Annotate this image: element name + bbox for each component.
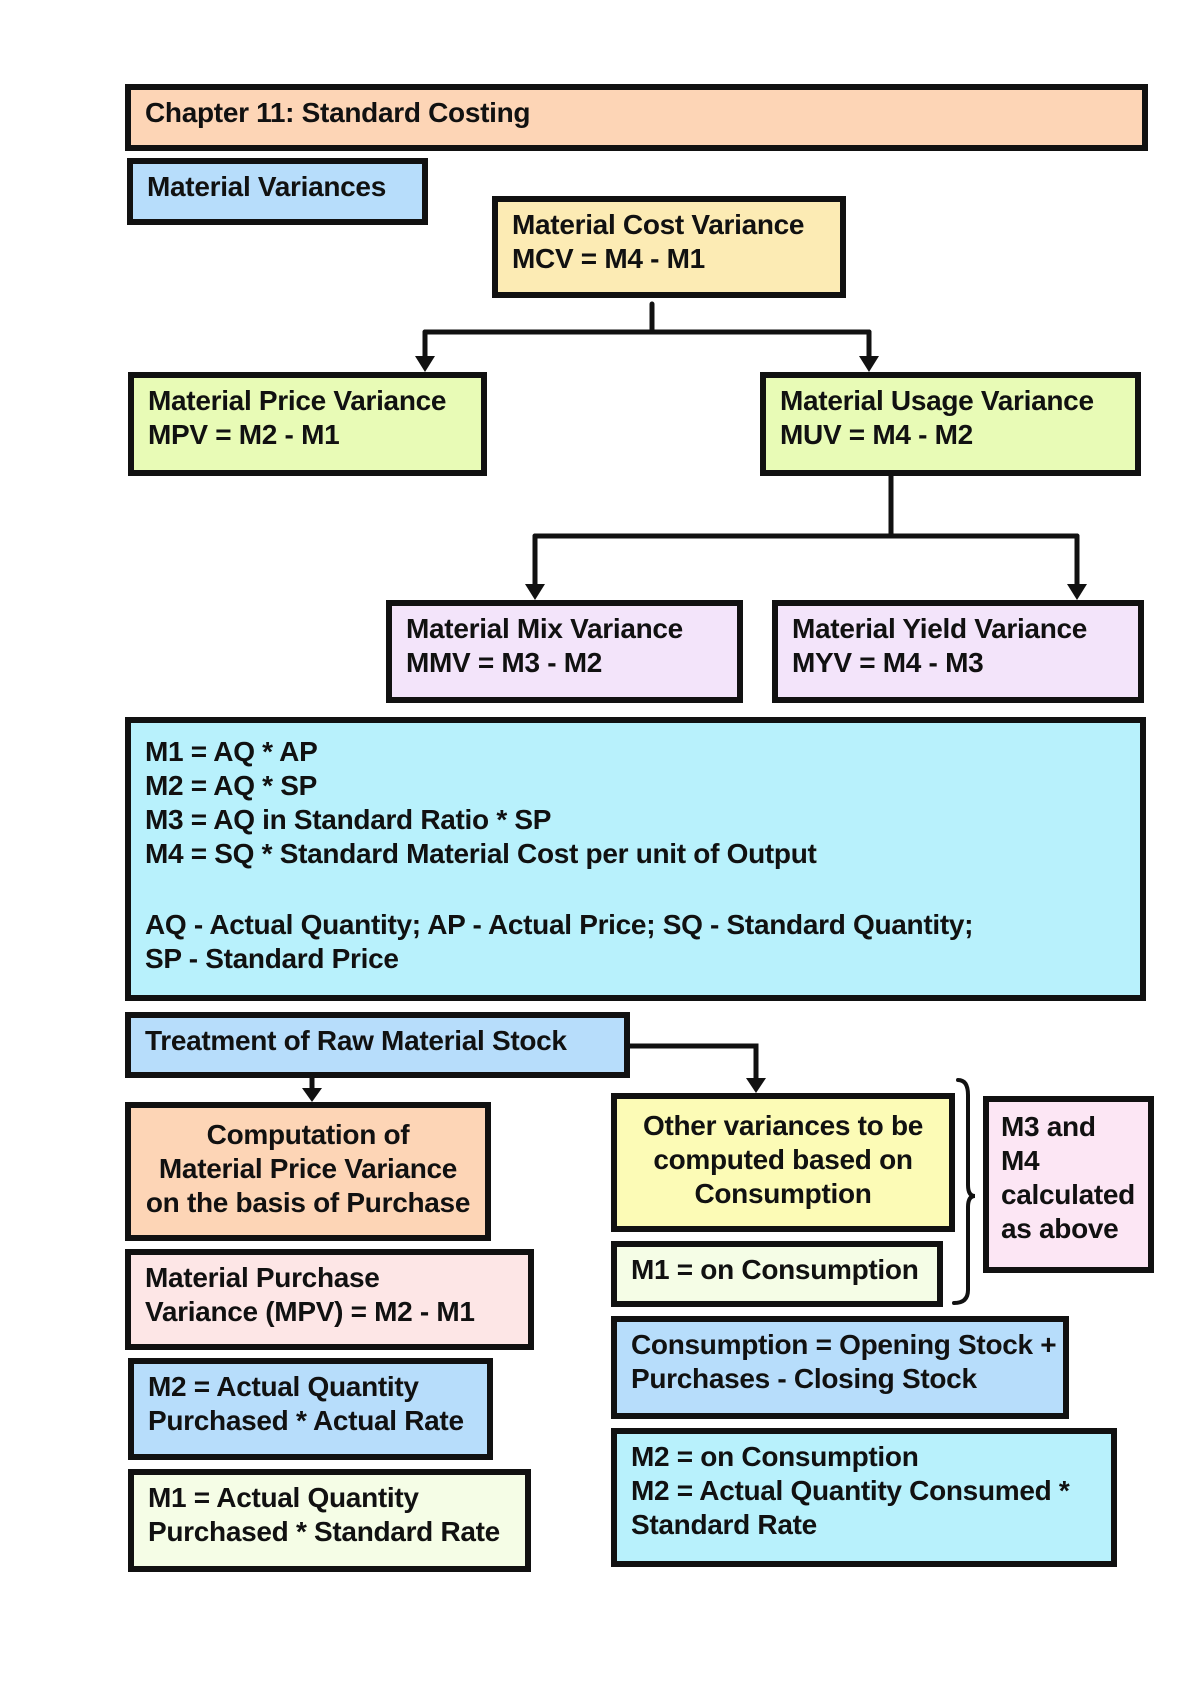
definition-m2: M2 = AQ * SP xyxy=(145,770,317,802)
note-line-1: M3 and xyxy=(1001,1111,1096,1142)
arrowhead-muv xyxy=(859,356,879,372)
mmv-name: Material Mix Variance xyxy=(406,613,683,644)
consumption-heading-line-1: Other variances to be xyxy=(642,1110,924,1141)
mcv-box: Material Cost Variance MCV = M4 - M1 xyxy=(492,196,846,298)
mmv-box: Material Mix Variance MMV = M3 - M2 xyxy=(386,600,743,703)
purchase-heading-line-2: Material Price Variance xyxy=(158,1153,458,1185)
myv-name: Material Yield Variance xyxy=(792,613,1088,644)
section-raw-material-stock: Treatment of Raw Material Stock xyxy=(125,1012,630,1078)
definition-m3: M3 = AQ in Standard Ratio * SP xyxy=(145,804,552,836)
arrowhead-mmv xyxy=(525,584,545,600)
material-purchase-variance-box: Material Purchase Variance (MPV) = M2 - … xyxy=(125,1249,534,1350)
purchase-basis-heading: Computation of Material Price Variance o… xyxy=(125,1102,491,1241)
mpv-name: Material Price Variance xyxy=(148,385,447,416)
brace-icon xyxy=(952,1078,976,1305)
abbreviation-legend-2: SP - Standard Price xyxy=(145,942,399,974)
arrowhead-purchase xyxy=(302,1088,322,1102)
consumption-m2-line-2: M2 = Actual Quantity Consumed * xyxy=(631,1475,1070,1507)
purchase-heading-line-3: on the basis of Purchase xyxy=(145,1187,471,1219)
myv-box: Material Yield Variance MYV = M4 - M3 xyxy=(772,600,1144,703)
consumption-basis-heading: Other variances to be computed based on … xyxy=(611,1093,955,1232)
muv-name: Material Usage Variance xyxy=(780,385,1094,416)
purchase-mpv-line-1: Material Purchase xyxy=(145,1262,380,1293)
purchase-heading-line-1: Computation of xyxy=(206,1119,410,1150)
arrowhead-myv xyxy=(1067,584,1087,600)
consumption-m2-line-1: M2 = on Consumption xyxy=(631,1441,919,1472)
m3-m4-note-box: M3 and M4 calculated as above xyxy=(983,1096,1154,1273)
consumption-m2-box: M2 = on Consumption M2 = Actual Quantity… xyxy=(611,1428,1117,1567)
purchase-m1-line-2: Purchased * Standard Rate xyxy=(148,1516,500,1548)
chapter-title-text: Chapter 11: Standard Costing xyxy=(145,97,531,128)
purchase-m2-box: M2 = Actual Quantity Purchased * Actual … xyxy=(128,1358,493,1460)
arrowhead-mpv xyxy=(415,356,435,372)
consumption-formula-line-2: Purchases - Closing Stock xyxy=(631,1363,977,1395)
consumption-heading-line-3: Consumption xyxy=(694,1178,872,1210)
section-material-variances-text: Material Variances xyxy=(147,171,386,202)
mpv-box: Material Price Variance MPV = M2 - M1 xyxy=(128,372,487,476)
myv-formula: MYV = M4 - M3 xyxy=(792,647,984,679)
consumption-heading-line-2: computed based on xyxy=(653,1144,913,1176)
section-material-variances: Material Variances xyxy=(127,158,428,225)
consumption-m2-line-3: Standard Rate xyxy=(631,1509,817,1541)
purchase-m2-line-2: Purchased * Actual Rate xyxy=(148,1405,464,1437)
muv-formula: MUV = M4 - M2 xyxy=(780,419,973,451)
purchase-m2-line-1: M2 = Actual Quantity xyxy=(148,1371,419,1402)
note-line-3: calculated xyxy=(1001,1179,1135,1211)
chapter-title: Chapter 11: Standard Costing xyxy=(125,84,1148,151)
definition-m1: M1 = AQ * AP xyxy=(145,736,318,767)
abbreviation-legend-1: AQ - Actual Quantity; AP - Actual Price;… xyxy=(145,908,974,940)
mmv-formula: MMV = M3 - M2 xyxy=(406,647,603,679)
mpv-formula: MPV = M2 - M1 xyxy=(148,419,340,451)
consumption-formula-box: Consumption = Opening Stock + Purchases … xyxy=(611,1316,1069,1419)
purchase-mpv-line-2: Variance (MPV) = M2 - M1 xyxy=(145,1296,475,1328)
mcv-name: Material Cost Variance xyxy=(512,209,805,240)
section-raw-material-stock-text: Treatment of Raw Material Stock xyxy=(145,1025,567,1056)
definition-m4: M4 = SQ * Standard Material Cost per uni… xyxy=(145,838,817,870)
purchase-m1-box: M1 = Actual Quantity Purchased * Standar… xyxy=(128,1469,531,1572)
connector-to-consumption xyxy=(627,1043,759,1083)
consumption-formula-line-1: Consumption = Opening Stock + xyxy=(631,1329,1057,1360)
muv-box: Material Usage Variance MUV = M4 - M2 xyxy=(760,372,1141,476)
note-line-4: as above xyxy=(1001,1213,1119,1245)
arrowhead-consumption xyxy=(746,1078,766,1093)
note-line-2: M4 xyxy=(1001,1145,1040,1177)
consumption-m1-text: M1 = on Consumption xyxy=(631,1254,919,1285)
consumption-m1-box: M1 = on Consumption xyxy=(611,1241,943,1307)
mcv-formula: MCV = M4 - M1 xyxy=(512,243,705,275)
purchase-m1-line-1: M1 = Actual Quantity xyxy=(148,1482,419,1513)
definitions-box: M1 = AQ * AP M2 = AQ * SP M3 = AQ in Sta… xyxy=(125,717,1146,1001)
